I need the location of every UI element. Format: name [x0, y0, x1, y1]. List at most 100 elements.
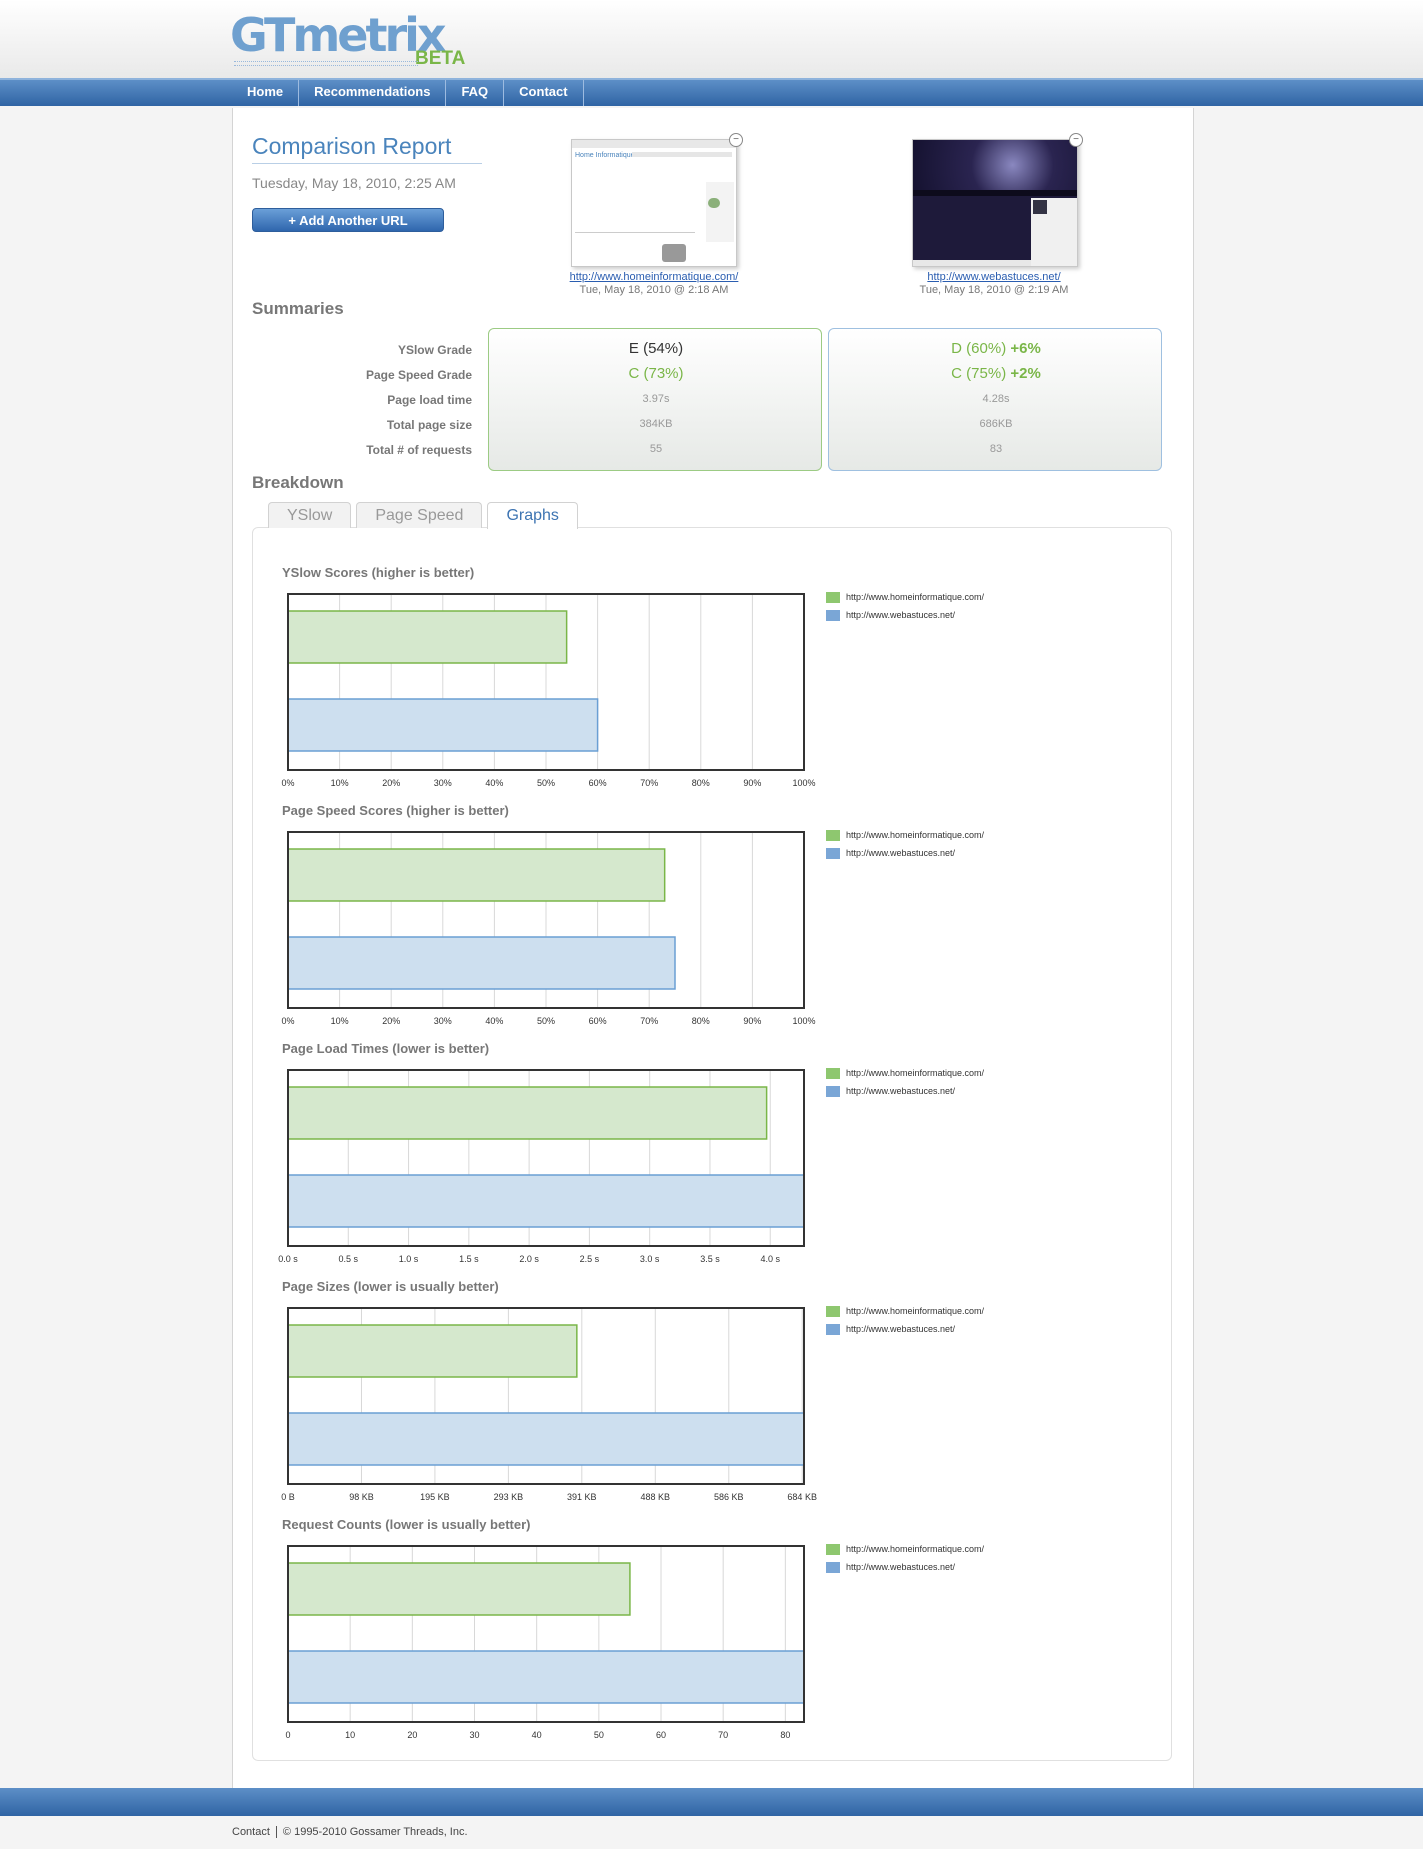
chart-legend: http://www.homeinformatique.com/ http://… [826, 588, 984, 624]
site1-screenshot[interactable]: Home Informatique [571, 139, 737, 267]
site2-page-size: 686KB [979, 418, 1013, 430]
label-total-page-size: Total page size [386, 418, 472, 432]
tick-label: 586 KB [714, 1492, 744, 1502]
close-icon[interactable]: − [729, 133, 743, 147]
legend-label: http://www.webastuces.net/ [846, 1324, 956, 1334]
bar-site1 [287, 1324, 578, 1378]
chart-title-yslow: YSlow Scores (higher is better) [282, 565, 475, 580]
footer-bar [0, 1788, 1423, 1816]
tick-label: 80 [780, 1730, 790, 1740]
logo-underline [234, 61, 418, 66]
tab-yslow[interactable]: YSlow [268, 502, 352, 528]
nav-contact[interactable]: Contact [504, 80, 584, 106]
chart-legend: http://www.homeinformatique.com/ http://… [826, 1540, 984, 1576]
site2-yslow-diff: +6% [1010, 340, 1041, 357]
tick-label: 70% [640, 1016, 658, 1026]
tick-label: 30% [434, 1016, 452, 1026]
thumb-divider [575, 232, 695, 233]
tick-label: 1.5 s [459, 1254, 479, 1264]
tick-label: 80% [692, 1016, 710, 1026]
breakdown-tabs: YSlow Page Speed Graphs [268, 502, 583, 529]
legend-swatch-blue [826, 1323, 840, 1335]
request-counts-chart: 0 10 20 30 40 50 60 70 80 [285, 1545, 805, 1740]
footer: Contact © 1995-2010 Gossamer Threads, Inc… [232, 1826, 474, 1838]
header-background [0, 0, 1423, 78]
legend-label: http://www.webastuces.net/ [846, 1086, 956, 1096]
tick-label: 3.0 s [640, 1254, 660, 1264]
tick-label: 293 KB [494, 1492, 524, 1502]
tick-label: 50% [537, 1016, 555, 1026]
site2-yslow-grade: D (60%) +6% [829, 340, 1163, 357]
nav-home[interactable]: Home [232, 80, 300, 106]
site2-requests: 83 [989, 443, 1003, 455]
breakdown-heading: Breakdown [252, 473, 344, 492]
tick-label: 70% [640, 778, 658, 788]
tick-label: 4.0 s [760, 1254, 780, 1264]
thumb-sidebar [706, 182, 734, 242]
gtmetrix-logo[interactable]: GTmetrix BETA [230, 10, 470, 69]
legend-label: http://www.homeinformatique.com/ [846, 1068, 985, 1078]
site2-screenshot[interactable] [912, 139, 1078, 267]
tick-label: 0% [281, 778, 294, 788]
site1-date: Tue, May 18, 2010 @ 2:18 AM [579, 284, 729, 296]
legend-label: http://www.webastuces.net/ [846, 1562, 956, 1572]
page-title: Comparison Report [252, 133, 482, 164]
thumb-topbar [572, 140, 736, 148]
legend-item-site2: http://www.webastuces.net/ [826, 606, 984, 624]
site2-link[interactable]: http://www.webastuces.net/ [874, 271, 1114, 283]
footer-copyright: © 1995-2010 Gossamer Threads, Inc. [275, 1826, 474, 1838]
tick-label: 50% [537, 778, 555, 788]
chart-title-page-sizes: Page Sizes (lower is usually better) [282, 1279, 499, 1294]
site1-page-size: 384KB [639, 418, 673, 430]
page-sizes-chart: 0 B 98 KB 195 KB 293 KB 391 KB 488 KB 586 KB 68… [281, 1307, 817, 1502]
tick-label: 20% [382, 1016, 400, 1026]
thumb-banner [913, 140, 1077, 190]
nav-faq[interactable]: FAQ [446, 80, 505, 106]
site2-pagespeed-diff: +2% [1010, 365, 1041, 382]
thumb-menu [632, 152, 732, 157]
legend-swatch-green [826, 1067, 840, 1079]
site1-load-time: 3.97s [642, 393, 670, 405]
label-page-speed-grade: Page Speed Grade [365, 368, 472, 382]
close-icon[interactable]: − [1069, 133, 1083, 147]
add-another-url-button[interactable]: + Add Another URL [252, 208, 444, 232]
yslow-scores-chart: 0% 10% 20% 30% 40% 50% 60% 70% 80% 90% 100% [281, 593, 816, 788]
bar-site2 [287, 1412, 805, 1466]
tick-label: 100% [792, 1016, 815, 1026]
site2-yslow-value: D (60%) [951, 340, 1007, 357]
tick-label: 40 [532, 1730, 542, 1740]
tick-label: 40% [485, 778, 503, 788]
bar-site1 [287, 610, 568, 664]
tick-label: 0.5 s [339, 1254, 359, 1264]
legend-swatch-blue [826, 1561, 840, 1573]
label-yslow-grade: YSlow Grade [397, 343, 472, 357]
tab-page-speed[interactable]: Page Speed [356, 502, 483, 528]
tick-label: 195 KB [420, 1492, 450, 1502]
page-speed-scores-chart: 0% 10% 20% 30% 40% 50% 60% 70% 80% 90% 100% [281, 831, 816, 1026]
site1-requests: 55 [649, 443, 663, 455]
legend-swatch-blue [826, 609, 840, 621]
legend-item-site1: http://www.homeinformatique.com/ [826, 588, 984, 606]
tick-label: 98 KB [349, 1492, 374, 1502]
legend-label: http://www.homeinformatique.com/ [846, 1544, 985, 1554]
site1-link[interactable]: http://www.homeinformatique.com/ [534, 271, 774, 283]
tab-graphs[interactable]: Graphs [487, 502, 578, 529]
bar-site1 [287, 1086, 768, 1140]
nav-recommendations[interactable]: Recommendations [299, 80, 447, 106]
chart-title-load-times: Page Load Times (lower is better) [282, 1041, 490, 1056]
legend-swatch-green [826, 829, 840, 841]
thumb-image [662, 244, 686, 262]
legend-swatch-green [826, 1305, 840, 1317]
tick-label: 10 [345, 1730, 355, 1740]
site2-pagespeed-grade: C (75%) +2% [829, 365, 1163, 382]
legend-swatch-blue [826, 847, 840, 859]
thumb-menu [913, 190, 1077, 196]
tick-label: 0% [281, 1016, 294, 1026]
footer-contact-link[interactable]: Contact [232, 1826, 276, 1838]
bar-site1 [287, 848, 666, 902]
chart-title-page-speed: Page Speed Scores (higher is better) [282, 803, 509, 818]
site2-summary-box: D (60%) +6% C (75%) +2% 4.28s 686KB 83 [828, 328, 1162, 471]
legend-item-site2: http://www.webastuces.net/ [826, 1558, 984, 1576]
tick-label: 20 [407, 1730, 417, 1740]
legend-label: http://www.homeinformatique.com/ [846, 830, 985, 840]
